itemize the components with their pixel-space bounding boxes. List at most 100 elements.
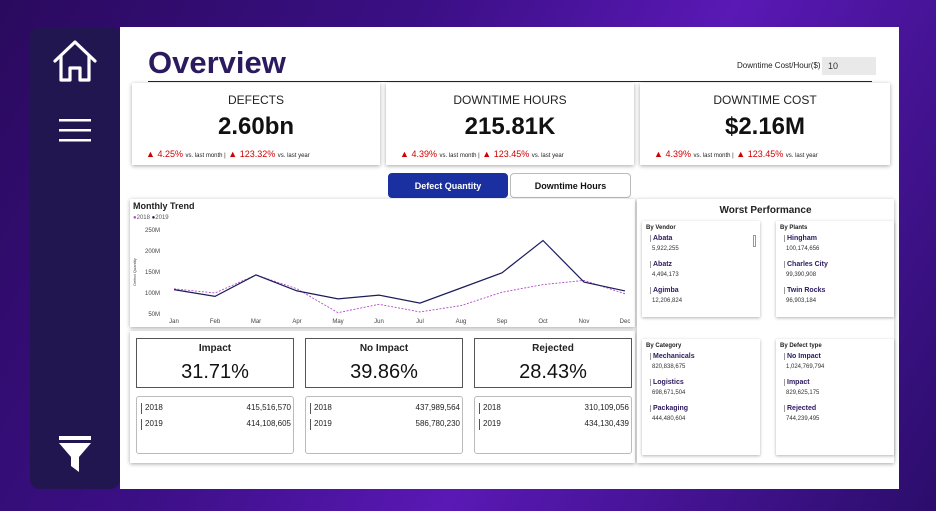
list-item[interactable]: Logistics: [650, 379, 684, 386]
y-tick-label: 250M: [145, 228, 160, 234]
list-item[interactable]: Impact: [784, 379, 810, 386]
list-item-value: 820,838,675: [652, 364, 686, 370]
x-tick-label: Oct: [538, 319, 548, 325]
y-tick-label: 150M: [145, 270, 160, 276]
by-category-list[interactable]: By Category Mechanicals 820,838,675 Logi…: [642, 339, 760, 455]
year-value: 434,130,439: [584, 419, 630, 428]
list-item-value: 4,494,173: [652, 272, 679, 278]
menu-icon[interactable]: [30, 117, 120, 143]
kpi-footer: ▲ 4.39% vs. last month | ▲ 123.45% vs. l…: [400, 149, 564, 159]
y-tick-label: 200M: [145, 249, 160, 255]
legend-2019-label: 2019: [155, 215, 169, 221]
list-item-value: 12,206,824: [652, 298, 683, 304]
list-item[interactable]: Twin Rocks: [784, 287, 825, 294]
rejected-box: Rejected 28.43%: [474, 338, 632, 388]
year-value: 415,516,570: [246, 403, 292, 412]
no-impact-label: No Impact: [359, 343, 409, 354]
list-item-value: 1,024,769,794: [786, 364, 825, 370]
list-item[interactable]: Hingham: [784, 235, 817, 242]
x-tick-label: Dec: [620, 319, 631, 325]
list-item[interactable]: Abatz: [650, 261, 672, 268]
y-axis-label: Defect Quantity: [132, 258, 137, 286]
impact-years-box: 2018 415,516,570 2019 414,108,605: [136, 396, 294, 454]
kpi-value: 2.60bn: [217, 113, 295, 140]
x-tick-label: Feb: [210, 319, 221, 325]
list-item[interactable]: No Impact: [784, 353, 821, 360]
month-change: 4.25%: [157, 149, 183, 159]
sidebar: [30, 27, 120, 489]
month-change-label: vs. last month |: [439, 153, 480, 159]
no-impact-years-box: 2018 437,989,564 2019 586,780,230: [305, 396, 463, 454]
x-tick-label: Nov: [579, 319, 590, 325]
filter-icon[interactable]: [30, 435, 120, 473]
list-item-value: 444,480,604: [652, 416, 686, 422]
list-item[interactable]: Mechanicals: [650, 353, 695, 360]
year-value: 586,780,230: [415, 419, 461, 428]
year-value: 437,989,564: [415, 403, 461, 412]
year-label: 2019: [483, 419, 501, 428]
downtime-hours-button[interactable]: Downtime Hours: [510, 173, 631, 198]
month-change-label: vs. last month |: [185, 153, 226, 159]
legend-2018-label: 2018: [136, 215, 150, 221]
year-change-label: vs. last year: [785, 153, 818, 159]
kpi-card-downtime-hours: DOWNTIME HOURS 215.81K ▲ 4.39% vs. last …: [386, 83, 634, 165]
year-value: 310,109,056: [584, 403, 630, 412]
by-vendor-list[interactable]: By Vendor Abata 5,922,255 Abatz 4,494,17…: [642, 221, 760, 317]
x-tick-label: May: [332, 319, 343, 325]
list-item[interactable]: Agimba: [650, 287, 679, 294]
year-label: 2018: [314, 403, 332, 412]
year-label: 2018: [145, 403, 163, 412]
table-row: 2019 434,130,439: [479, 419, 629, 430]
x-tick-label: Apr: [292, 319, 301, 325]
by-plants-list[interactable]: By Plants Hingham 100,174,656 Charles Ci…: [776, 221, 894, 317]
series-line-2018: [173, 274, 626, 314]
year-value: 414,108,605: [246, 419, 292, 428]
list-item[interactable]: Abata: [650, 235, 672, 242]
by-category-heading: By Category: [646, 343, 682, 349]
year-change-label: vs. last year: [531, 153, 564, 159]
kpi-footer: ▲ 4.39% vs. last month | ▲ 123.45% vs. l…: [654, 149, 818, 159]
page-title: Overview: [148, 45, 286, 80]
up-arrow-icon: ▲: [146, 149, 155, 159]
year-change: 123.32%: [239, 149, 276, 159]
impact-label: Impact: [198, 343, 232, 354]
up-arrow-icon: ▲: [228, 149, 238, 159]
by-defect-type-list[interactable]: By Defect type No Impact 1,024,769,794 I…: [776, 339, 894, 455]
by-vendor-heading: By Vendor: [646, 225, 676, 231]
list-item[interactable]: Packaging: [650, 405, 688, 412]
x-tick-label: Aug: [456, 319, 467, 325]
impact-box: Impact 31.71%: [136, 338, 294, 388]
scrollbar[interactable]: [753, 235, 756, 247]
defect-quantity-button[interactable]: Defect Quantity: [388, 173, 508, 198]
year-label: 2018: [483, 403, 501, 412]
y-tick-label: 100M: [145, 291, 160, 297]
home-icon[interactable]: [30, 39, 120, 83]
title-divider: [148, 81, 872, 82]
table-row: 2018 310,109,056: [479, 403, 629, 414]
x-tick-label: Mar: [251, 319, 261, 325]
downtime-cost-label: Downtime Cost/Hour($): [737, 61, 821, 70]
kpi-title: DEFECTS: [227, 93, 284, 107]
month-change: 4.39%: [411, 149, 437, 159]
kpi-card-downtime-cost: DOWNTIME COST $2.16M ▲ 4.39% vs. last mo…: [640, 83, 890, 165]
list-item-value: 96,903,184: [786, 298, 817, 304]
kpi-value: 215.81K: [464, 113, 556, 140]
list-item[interactable]: Charles City: [784, 261, 828, 268]
kpi-title: DOWNTIME HOURS: [453, 93, 567, 107]
list-item[interactable]: Rejected: [784, 405, 816, 412]
table-row: 2018 437,989,564: [310, 403, 460, 414]
worst-performance-title: Worst Performance: [719, 205, 812, 216]
kpi-title: DOWNTIME COST: [713, 93, 817, 107]
rejected-label: Rejected: [532, 343, 574, 354]
chart-legend: ●2018 ●2019: [133, 215, 169, 221]
main-panel: Overview Downtime Cost/Hour($) 10 DEFECT…: [120, 27, 899, 489]
table-row: 2019 586,780,230: [310, 419, 460, 430]
year-label: 2019: [314, 419, 332, 428]
up-arrow-icon: ▲: [482, 149, 492, 159]
year-change: 123.45%: [493, 149, 530, 159]
list-item-value: 698,671,504: [652, 390, 686, 396]
up-arrow-icon: ▲: [654, 149, 663, 159]
impact-pct: 31.71%: [181, 361, 249, 383]
downtime-cost-input[interactable]: 10: [822, 57, 876, 75]
x-tick-label: Jan: [169, 319, 179, 325]
